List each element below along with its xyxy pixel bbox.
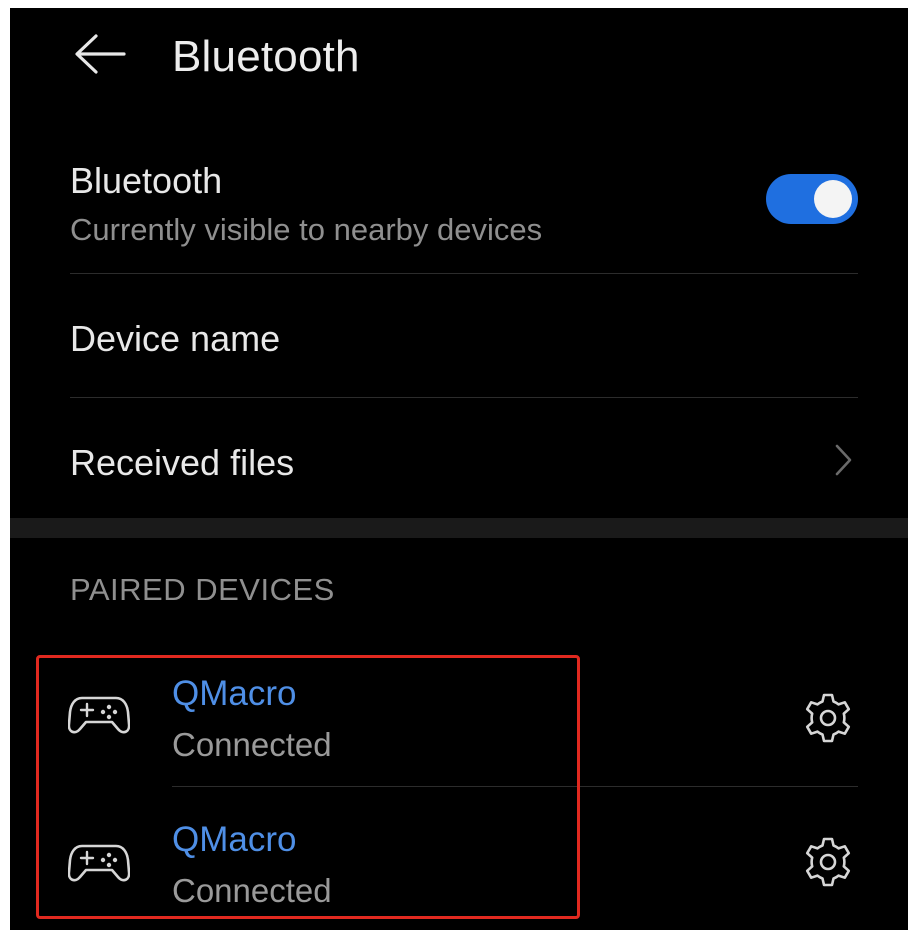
received-files-row[interactable]: Received files bbox=[10, 398, 908, 518]
paired-device-item[interactable]: QMacro Connected bbox=[10, 790, 908, 930]
bluetooth-switch[interactable] bbox=[766, 174, 858, 224]
chevron-right-icon bbox=[835, 444, 852, 476]
visibility-status: Currently visible to nearby devices bbox=[70, 212, 543, 247]
paired-devices-header: PAIRED DEVICES bbox=[70, 572, 335, 607]
device-name-label: Device name bbox=[70, 318, 281, 359]
gamepad-icon bbox=[68, 844, 130, 882]
bluetooth-label: Bluetooth bbox=[70, 160, 223, 201]
bluetooth-settings-screen: Bluetooth Bluetooth Currently visible to… bbox=[10, 8, 908, 930]
section-separator bbox=[10, 518, 908, 538]
arrow-left-icon bbox=[75, 34, 126, 74]
gear-icon[interactable] bbox=[802, 692, 854, 744]
paired-device-item[interactable]: QMacro Connected bbox=[10, 648, 908, 788]
device-name-row[interactable]: Device name bbox=[10, 274, 908, 396]
gamepad-icon bbox=[68, 696, 130, 734]
switch-knob bbox=[814, 180, 852, 218]
device-name: QMacro bbox=[172, 674, 297, 713]
received-files-label: Received files bbox=[70, 442, 295, 483]
back-button[interactable] bbox=[68, 26, 132, 82]
gear-icon[interactable] bbox=[802, 836, 854, 888]
page-title: Bluetooth bbox=[172, 32, 360, 81]
top-bar: Bluetooth bbox=[10, 8, 908, 108]
divider bbox=[172, 786, 858, 787]
device-status: Connected bbox=[172, 872, 332, 909]
device-name: QMacro bbox=[172, 820, 297, 859]
device-status: Connected bbox=[172, 726, 332, 763]
